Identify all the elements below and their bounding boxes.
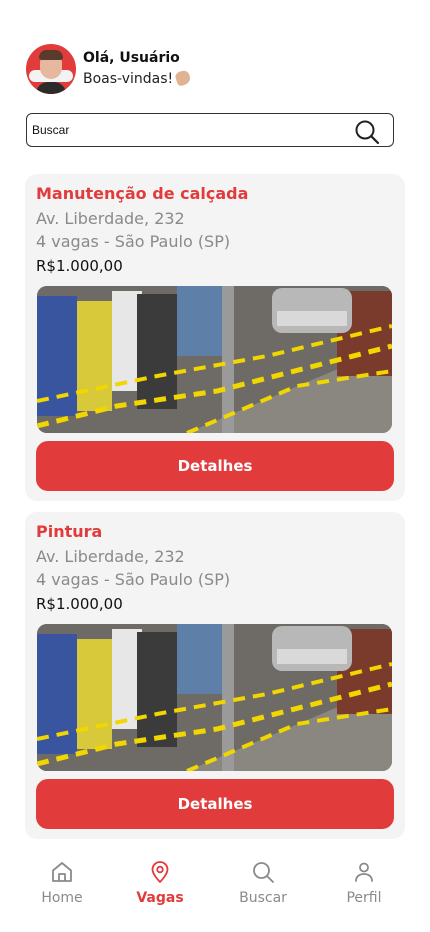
- search-bar[interactable]: [26, 113, 394, 147]
- bottom-nav: Home Vagas Buscar Perfil: [0, 850, 430, 932]
- job-address: Av. Liberdade, 232: [36, 209, 185, 228]
- location-pin-icon: [151, 861, 169, 883]
- job-price: R$1.000,00: [36, 257, 123, 275]
- nav-label-perfil: Perfil: [346, 890, 382, 906]
- search-icon[interactable]: [354, 119, 380, 145]
- job-title: Pintura: [36, 522, 103, 541]
- user-icon: [355, 862, 373, 882]
- greeting-title: Olá, Usuário: [83, 50, 180, 66]
- job-address: Av. Liberdade, 232: [36, 547, 185, 566]
- avatar[interactable]: [26, 44, 76, 94]
- home-icon: [52, 862, 72, 882]
- nav-item-home[interactable]: Home: [22, 860, 102, 906]
- job-price: R$1.000,00: [36, 595, 123, 613]
- details-button[interactable]: Detalhes: [36, 441, 394, 491]
- nav-label-home: Home: [41, 890, 83, 906]
- user-header: Olá, Usuário Boas-vindas!: [26, 44, 192, 94]
- nav-label-vagas: Vagas: [136, 890, 184, 906]
- nav-item-buscar[interactable]: Buscar: [223, 860, 303, 906]
- details-button[interactable]: Detalhes: [36, 779, 394, 829]
- job-spots: 4 vagas - São Paulo (SP): [36, 232, 231, 251]
- greeting-block: Olá, Usuário Boas-vindas!: [83, 48, 192, 90]
- search-icon: [253, 862, 274, 883]
- nav-item-perfil[interactable]: Perfil: [324, 860, 404, 906]
- nav-item-vagas[interactable]: Vagas: [120, 860, 200, 906]
- nav-label-buscar: Buscar: [239, 890, 287, 906]
- job-photo: [37, 624, 392, 771]
- job-card: Manutenção de calçada Av. Liberdade, 232…: [25, 174, 405, 501]
- welcome-text: Boas-vindas!: [83, 71, 174, 87]
- waving-hand-icon: [174, 69, 192, 87]
- job-title: Manutenção de calçada: [36, 184, 249, 203]
- search-input[interactable]: [32, 123, 342, 137]
- job-spots: 4 vagas - São Paulo (SP): [36, 570, 231, 589]
- job-card: Pintura Av. Liberdade, 232 4 vagas - São…: [25, 512, 405, 839]
- job-photo: [37, 286, 392, 433]
